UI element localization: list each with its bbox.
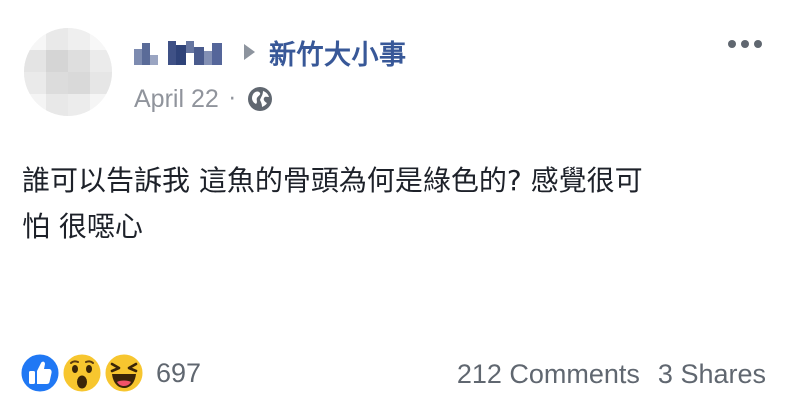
post-header: 新竹大小事 bbox=[134, 32, 407, 72]
name-pixel bbox=[186, 41, 194, 53]
name-pixel bbox=[194, 47, 204, 65]
page-name-link[interactable]: 新竹大小事 bbox=[269, 33, 407, 72]
facebook-post: 新竹大小事 April 22 · 誰可以告訴我 這魚的骨頭為何是綠色的? 感覺很… bbox=[0, 0, 800, 415]
avatar-pixel bbox=[24, 50, 46, 72]
reactions-bar[interactable]: 697 bbox=[18, 348, 201, 398]
avatar-pixel bbox=[68, 94, 90, 116]
name-pixel bbox=[142, 43, 150, 65]
meta-separator: · bbox=[228, 86, 236, 112]
globe-icon[interactable] bbox=[246, 85, 274, 113]
avatar-pixel bbox=[68, 50, 90, 72]
more-horizontal-icon[interactable] bbox=[728, 40, 762, 48]
name-pixel bbox=[150, 55, 158, 65]
like-icon[interactable] bbox=[18, 351, 62, 395]
name-pixel bbox=[204, 51, 212, 65]
name-pixel bbox=[176, 45, 186, 65]
avatar-pixel bbox=[68, 28, 90, 50]
avatar-pixel bbox=[24, 28, 46, 50]
author-name-pixelated[interactable] bbox=[134, 37, 230, 67]
triangle-right-icon bbox=[244, 44, 255, 60]
dot bbox=[728, 40, 736, 48]
engagement-stats: 212 Comments 3 Shares bbox=[457, 352, 766, 396]
avatar-pixel bbox=[68, 72, 90, 94]
post-meta: April 22 · bbox=[134, 82, 274, 116]
wow-icon[interactable] bbox=[60, 351, 104, 395]
avatar-pixel bbox=[90, 28, 112, 50]
dot bbox=[754, 40, 762, 48]
avatar-pixel bbox=[90, 72, 112, 94]
name-pixel bbox=[134, 49, 142, 65]
avatar-pixel bbox=[46, 28, 68, 50]
dot bbox=[741, 40, 749, 48]
haha-icon[interactable] bbox=[102, 351, 146, 395]
avatar[interactable] bbox=[24, 28, 112, 116]
reaction-icons[interactable] bbox=[18, 351, 150, 395]
shares-count-link[interactable]: 3 Shares bbox=[658, 359, 766, 390]
avatar-pixel bbox=[24, 72, 46, 94]
avatar-pixel bbox=[46, 50, 68, 72]
comments-count-link[interactable]: 212 Comments bbox=[457, 359, 640, 390]
name-pixel bbox=[212, 43, 222, 65]
post-timestamp[interactable]: April 22 bbox=[134, 85, 219, 114]
name-pixel bbox=[168, 41, 176, 65]
avatar-pixel bbox=[90, 94, 112, 116]
avatar-pixel bbox=[90, 50, 112, 72]
avatar-pixel bbox=[46, 72, 68, 94]
avatar-pixel bbox=[46, 94, 68, 116]
avatar-pixel bbox=[24, 94, 46, 116]
reaction-count[interactable]: 697 bbox=[156, 358, 201, 389]
post-body-text: 誰可以告訴我 這魚的骨頭為何是綠色的? 感覺很可 怕 很噁心 bbox=[22, 164, 643, 243]
